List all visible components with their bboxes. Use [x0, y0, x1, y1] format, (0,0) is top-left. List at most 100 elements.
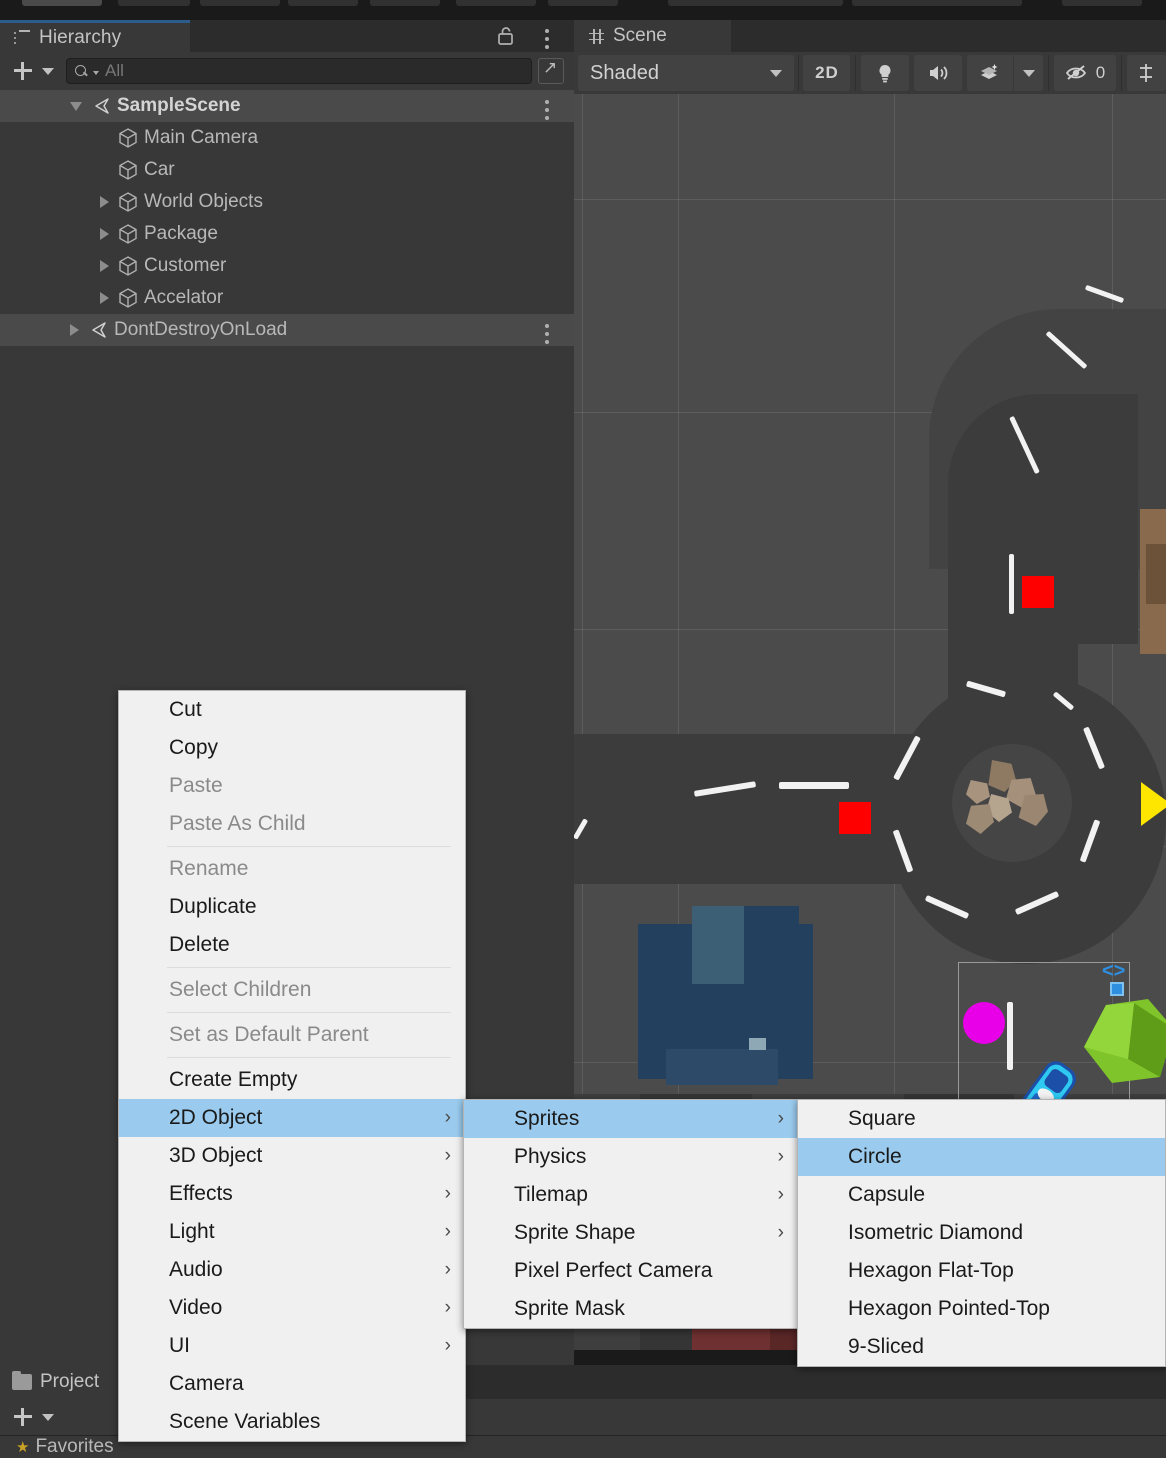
- save-prefab-icon[interactable]: [1110, 982, 1124, 996]
- scene-audio-toggle[interactable]: [914, 55, 963, 91]
- toolbar-button[interactable]: [668, 0, 843, 6]
- expand-arrow-icon[interactable]: [70, 101, 82, 111]
- menu-item[interactable]: Light ›: [119, 1213, 465, 1251]
- menu-item-label: Light: [169, 1220, 215, 1243]
- tab-scene[interactable]: Scene: [574, 20, 731, 52]
- menu-item[interactable]: Hexagon Pointed-Top: [798, 1290, 1165, 1328]
- hierarchy-menu-kebab-icon[interactable]: [545, 29, 549, 49]
- menu-item[interactable]: Effects ›: [119, 1175, 465, 1213]
- toolbar-divider: [1048, 55, 1050, 91]
- toggle-2d-button[interactable]: 2D: [803, 55, 851, 91]
- list-tree-icon: [14, 29, 32, 46]
- menu-item[interactable]: Create Empty: [119, 1061, 465, 1099]
- add-gameobject-button[interactable]: [10, 58, 36, 84]
- menu-item[interactable]: Audio ›: [119, 1251, 465, 1289]
- row-kebab-menu-icon[interactable]: [545, 100, 549, 120]
- menu-item[interactable]: 2D Object ›: [119, 1099, 465, 1137]
- hierarchy-row[interactable]: Main Camera: [0, 122, 574, 154]
- hierarchy-row[interactable]: Accelator: [0, 282, 574, 314]
- menu-item[interactable]: Capsule: [798, 1176, 1165, 1214]
- menu-item: Select Children: [119, 971, 465, 1009]
- eye-off-icon: [1065, 65, 1086, 80]
- tab-hierarchy[interactable]: Hierarchy: [0, 20, 190, 52]
- scene-fx-dropdown[interactable]: [1014, 55, 1044, 91]
- sprites-submenu[interactable]: Square Circle Capsule Isometric Diamond Hexa…: [797, 1099, 1166, 1367]
- menu-item[interactable]: UI ›: [119, 1327, 465, 1365]
- toolbar-button[interactable]: [118, 0, 190, 6]
- toolbar-button[interactable]: [548, 0, 618, 6]
- open-in-new-icon[interactable]: [538, 58, 564, 84]
- hierarchy-toolbar: All: [0, 52, 574, 90]
- expand-arrow-icon[interactable]: [70, 324, 79, 336]
- hierarchy-row[interactable]: DontDestroyOnLoad: [0, 314, 574, 346]
- toolbar-button[interactable]: [456, 0, 536, 6]
- hierarchy-row[interactable]: Customer: [0, 250, 574, 282]
- gameobject-context-menu[interactable]: Cut Copy Paste Paste As Child Rename Duplicat…: [118, 690, 466, 1442]
- scene-tab-label: Scene: [613, 25, 667, 46]
- menu-separator: [167, 1012, 451, 1013]
- chevron-down-icon[interactable]: [42, 67, 54, 75]
- menu-item[interactable]: Sprite Shape ›: [464, 1214, 798, 1252]
- menu-item-label: Audio: [169, 1258, 223, 1281]
- create-asset-button[interactable]: [10, 1404, 36, 1430]
- toolbar-button[interactable]: [1062, 0, 1142, 6]
- toolbar-button[interactable]: [370, 0, 440, 6]
- toolbar-button[interactable]: [22, 0, 102, 6]
- project-tab-label: Project: [40, 1371, 100, 1392]
- expand-arrow-icon[interactable]: [100, 260, 109, 272]
- menu-item: Set as Default Parent: [119, 1016, 465, 1054]
- waypoint-marker-red: [839, 802, 871, 834]
- hidden-objects-toggle[interactable]: 0: [1054, 55, 1116, 91]
- toolbar-button[interactable]: [288, 0, 358, 6]
- menu-item[interactable]: Scene Variables: [119, 1403, 465, 1441]
- menu-item[interactable]: Physics ›: [464, 1138, 798, 1176]
- building: [666, 1049, 778, 1085]
- selection-handle-icon[interactable]: <>: [1102, 960, 1125, 983]
- toolbar-button[interactable]: [200, 0, 280, 6]
- menu-item-label: Paste: [169, 774, 223, 797]
- gameobject-cube-icon: [119, 256, 137, 276]
- search-filter-caret-icon[interactable]: [93, 71, 99, 75]
- scene-fx-toggle[interactable]: [967, 55, 1014, 91]
- menu-item[interactable]: Tilemap ›: [464, 1176, 798, 1214]
- toolbar-button[interactable]: [852, 0, 1022, 6]
- menu-item[interactable]: Sprite Mask: [464, 1290, 798, 1328]
- menu-item[interactable]: Circle: [798, 1138, 1165, 1176]
- lock-open-icon[interactable]: [495, 25, 517, 47]
- project-favorites-label: Favorites: [35, 1436, 114, 1457]
- expand-arrow-icon[interactable]: [100, 228, 109, 240]
- menu-item[interactable]: Pixel Perfect Camera: [464, 1252, 798, 1290]
- draw-mode-dropdown[interactable]: Shaded: [578, 55, 794, 91]
- menu-item[interactable]: Square: [798, 1100, 1165, 1138]
- expand-arrow-icon[interactable]: [100, 196, 109, 208]
- hierarchy-search-input[interactable]: All: [66, 58, 532, 84]
- gameobject-cube-icon: [119, 288, 137, 308]
- hierarchy-row[interactable]: World Objects: [0, 186, 574, 218]
- menu-item[interactable]: 9-Sliced: [798, 1328, 1165, 1366]
- gizmos-toggle[interactable]: [1126, 55, 1166, 91]
- menu-item[interactable]: Duplicate: [119, 888, 465, 926]
- menu-item[interactable]: Isometric Diamond: [798, 1214, 1165, 1252]
- scene-lighting-toggle[interactable]: [861, 55, 910, 91]
- menu-item[interactable]: Sprites ›: [464, 1100, 798, 1138]
- menu-item[interactable]: Camera: [119, 1365, 465, 1403]
- menu-item[interactable]: Copy: [119, 729, 465, 767]
- hierarchy-row[interactable]: SampleScene: [0, 90, 574, 122]
- hierarchy-row[interactable]: Car: [0, 154, 574, 186]
- row-kebab-menu-icon[interactable]: [545, 324, 549, 344]
- menu-item[interactable]: Delete: [119, 926, 465, 964]
- unity-scene-icon: [92, 322, 106, 338]
- menu-item[interactable]: Cut: [119, 691, 465, 729]
- scene-tabbar: Scene: [574, 20, 1166, 52]
- expand-arrow-icon[interactable]: [100, 292, 109, 304]
- menu-item[interactable]: Hexagon Flat-Top: [798, 1252, 1165, 1290]
- menu-item[interactable]: 3D Object ›: [119, 1137, 465, 1175]
- menu-item[interactable]: Video ›: [119, 1289, 465, 1327]
- hierarchy-row[interactable]: Package: [0, 218, 574, 250]
- chevron-right-icon: ›: [444, 1259, 451, 1280]
- chevron-down-icon: [769, 69, 782, 77]
- chevron-down-icon[interactable]: [42, 1413, 54, 1421]
- 2d-object-submenu[interactable]: Sprites › Physics › Tilemap › Sprite Shape › Pix…: [463, 1099, 799, 1329]
- unity-scene-icon: [95, 98, 109, 114]
- chevron-right-icon: ›: [777, 1108, 784, 1129]
